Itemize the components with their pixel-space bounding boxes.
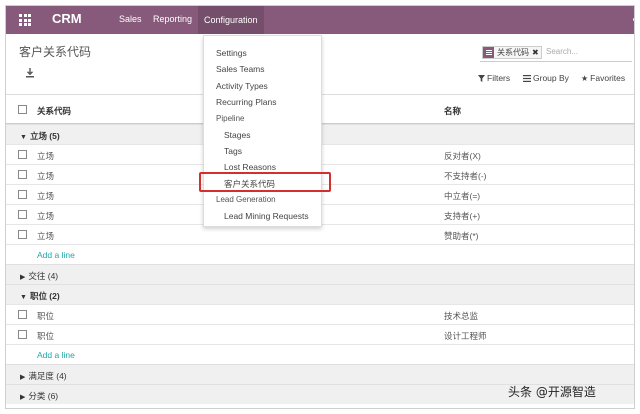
group-row-satisfaction[interactable]: ▶ 满足度 (4) — [6, 364, 634, 384]
group-by-icon — [483, 47, 494, 58]
star-icon: ★ — [581, 73, 589, 83]
cell-name: 支持者(+) — [444, 211, 481, 221]
cell-code: 立场 — [37, 151, 55, 161]
row-checkbox[interactable] — [18, 330, 27, 339]
page-title: 客户关系代码 — [19, 45, 92, 59]
cell-code: 立场 — [37, 171, 55, 181]
row-checkbox[interactable] — [18, 170, 27, 179]
add-line-row: Add a line — [6, 244, 634, 264]
favorites-button[interactable]: ★ Favorites — [581, 73, 625, 83]
menu-sales[interactable]: Sales — [119, 14, 142, 24]
table-row[interactable]: 立场 赞助者(*) — [6, 224, 634, 244]
top-navbar: CRM Sales Reporting Configuration — [6, 6, 634, 34]
group-label: ▼ 职位 (2) — [20, 291, 60, 301]
group-by-label: Group By — [533, 73, 569, 83]
caret-down-icon: ▼ — [20, 294, 27, 301]
cell-code: 立场 — [37, 211, 55, 221]
add-line-link[interactable]: Add a line — [37, 250, 75, 260]
cell-code: 立场 — [37, 231, 55, 241]
menu-item-activity-types[interactable]: Activity Types — [216, 81, 268, 91]
menu-item-sales-teams[interactable]: Sales Teams — [216, 64, 265, 74]
menu-item-tags[interactable]: Tags — [224, 146, 242, 156]
favorites-label: Favorites — [590, 73, 626, 83]
row-checkbox[interactable] — [18, 230, 27, 239]
cell-name: 反对者(X) — [444, 151, 481, 161]
download-icon[interactable] — [25, 68, 35, 78]
row-checkbox[interactable] — [18, 210, 27, 219]
cell-code: 职位 — [37, 311, 55, 321]
caret-right-icon: ▶ — [20, 394, 26, 401]
search-bar[interactable]: 关系代码 ✖ — [480, 44, 632, 62]
table-row[interactable]: 职位 技术总监 — [6, 304, 634, 324]
user-menu-icon[interactable] — [633, 18, 634, 21]
app-frame: CRM Sales Reporting Configuration 客户关系代码… — [5, 5, 635, 409]
search-input[interactable] — [546, 47, 626, 56]
facet-label: 关系代码 — [497, 48, 529, 57]
column-header-name[interactable]: 名称 — [444, 105, 461, 117]
highlight-annotation — [199, 172, 331, 192]
menu-reporting[interactable]: Reporting — [153, 14, 192, 24]
app-brand[interactable]: CRM — [52, 11, 82, 26]
group-label: ▶ 交往 (4) — [20, 271, 59, 281]
menu-item-recurring-plans[interactable]: Recurring Plans — [216, 97, 276, 107]
caret-right-icon: ▶ — [20, 274, 26, 281]
group-by-button[interactable]: Group By — [523, 73, 569, 83]
list-icon — [523, 74, 531, 82]
cell-code: 职位 — [37, 331, 55, 341]
group-label: ▶ 满足度 (4) — [20, 371, 67, 381]
menu-item-lost-reasons[interactable]: Lost Reasons — [224, 162, 276, 172]
group-row-position[interactable]: ▼ 职位 (2) — [6, 284, 634, 304]
menu-header-lead-generation: Lead Generation — [216, 195, 276, 204]
menu-item-lead-mining-requests[interactable]: Lead Mining Requests — [224, 211, 309, 221]
cell-name: 中立者(=) — [444, 191, 481, 201]
menu-item-settings[interactable]: Settings — [216, 48, 247, 58]
caret-down-icon: ▼ — [20, 134, 27, 141]
row-checkbox[interactable] — [18, 190, 27, 199]
menu-item-stages[interactable]: Stages — [224, 130, 250, 140]
row-checkbox[interactable] — [18, 310, 27, 319]
configuration-dropdown: Settings Sales Teams Activity Types Recu… — [203, 35, 322, 227]
apps-grid-icon[interactable] — [19, 14, 31, 26]
group-row-interaction[interactable]: ▶ 交往 (4) — [6, 264, 634, 284]
group-label: ▼ 立场 (5) — [20, 131, 60, 141]
cell-name: 技术总监 — [444, 311, 479, 321]
menu-configuration[interactable]: Configuration — [198, 6, 264, 34]
cell-code: 立场 — [37, 191, 55, 201]
cell-name: 赞助者(*) — [444, 231, 479, 241]
close-icon[interactable]: ✖ — [532, 48, 541, 57]
add-line-row: Add a line — [6, 344, 634, 364]
cell-name: 设计工程师 — [444, 331, 487, 341]
caret-right-icon: ▶ — [20, 374, 26, 381]
group-label: ▶ 分类 (6) — [20, 391, 59, 401]
cell-name: 不支持者(-) — [444, 171, 487, 181]
menu-header-pipeline: Pipeline — [216, 114, 245, 123]
add-line-link[interactable]: Add a line — [37, 350, 75, 360]
filters-button[interactable]: Filters — [478, 73, 510, 83]
filter-icon — [478, 74, 485, 82]
table-row[interactable]: 职位 设计工程师 — [6, 324, 634, 344]
search-facet[interactable]: 关系代码 ✖ — [482, 46, 542, 59]
filters-label: Filters — [487, 73, 511, 83]
column-header-code[interactable]: 关系代码 — [37, 105, 71, 117]
watermark-text: 头条 @开源智造 — [508, 385, 596, 399]
row-checkbox[interactable] — [18, 150, 27, 159]
select-all-checkbox[interactable] — [18, 105, 27, 114]
